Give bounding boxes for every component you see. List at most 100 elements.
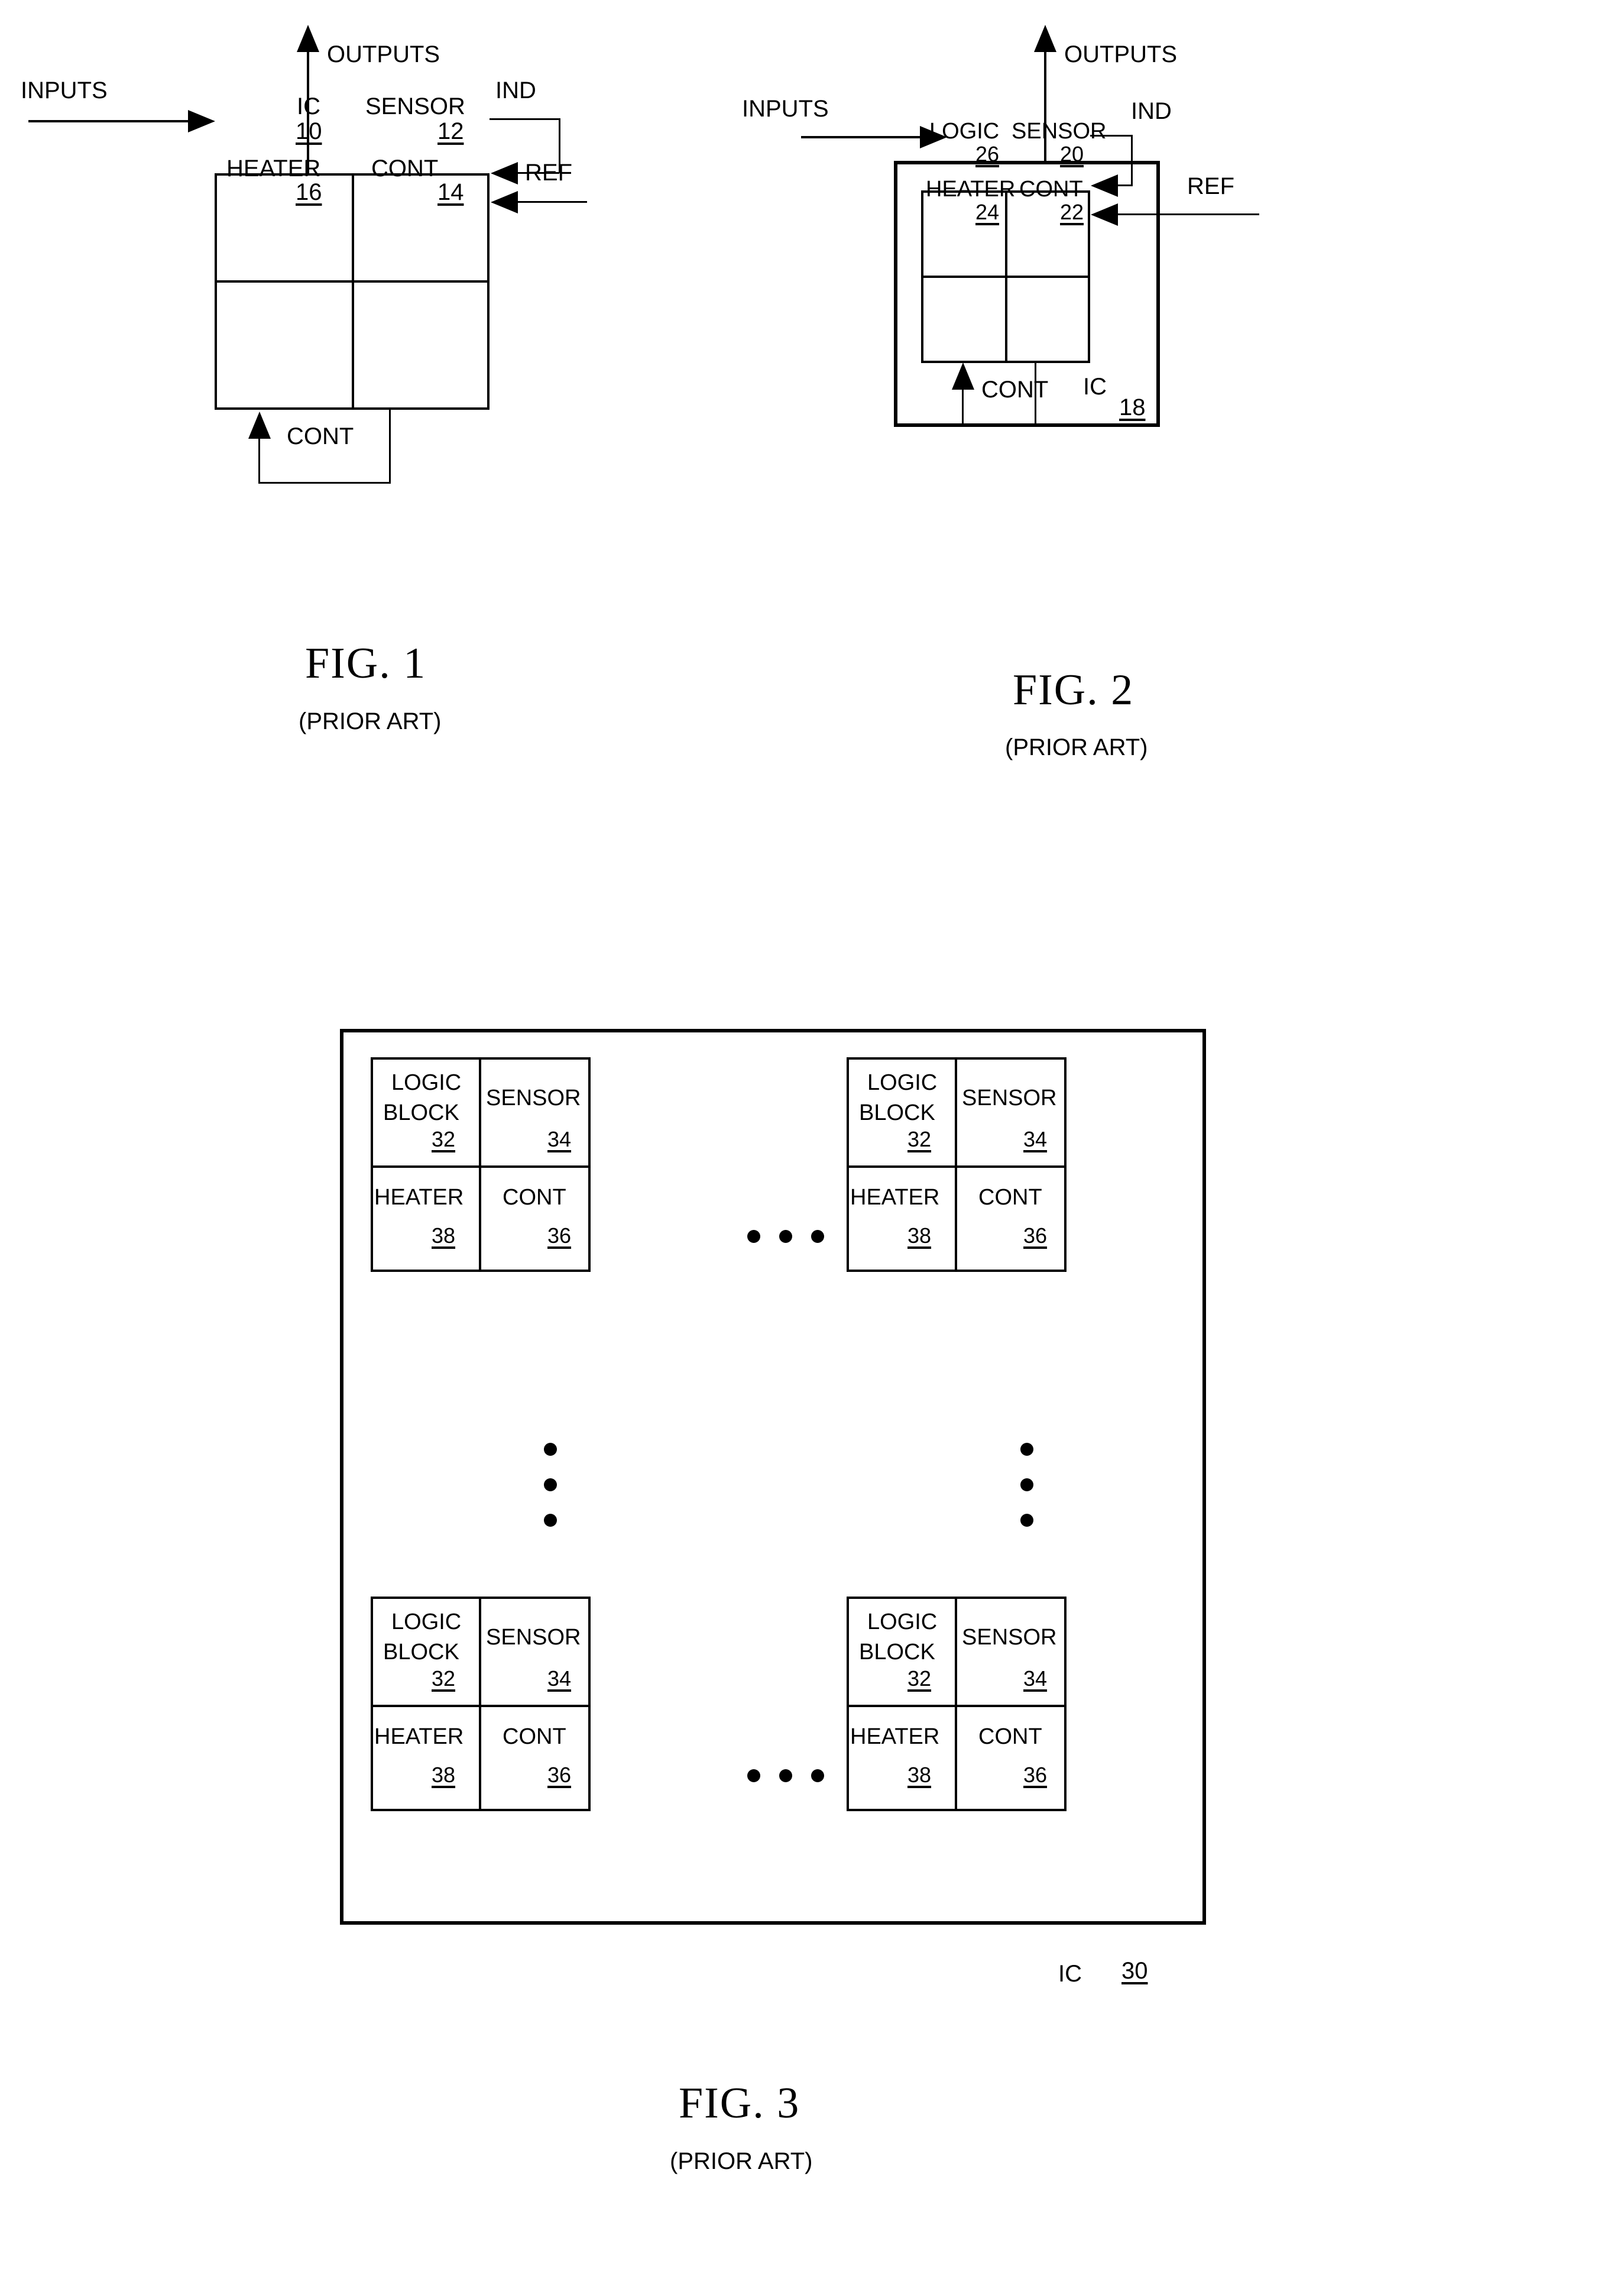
fig1-cell-cont-ref: 14 (437, 179, 464, 205)
fig3-cell-sensor-ref: 34 (1023, 1127, 1048, 1151)
fig1-cell-ic-label: IC (297, 93, 320, 119)
fig2-ref-label: REF (1187, 173, 1234, 199)
fig3-subcaption: (PRIOR ART) (670, 2148, 813, 2174)
fig3-cell-cont-label: CONT (503, 1185, 566, 1210)
fig3-tile-hdivider (371, 1705, 591, 1707)
fig1-inputs-line (28, 120, 189, 122)
fig2-ind-arrowhead (1091, 174, 1118, 197)
fig1-cont-line-up (258, 438, 260, 484)
fig3-tile-hdivider (847, 1165, 1067, 1168)
fig1-subcaption: (PRIOR ART) (299, 708, 442, 734)
ellipsis-dot (779, 1230, 792, 1243)
fig3-cell-logic-ref: 32 (907, 1666, 932, 1691)
fig3-cell-logic-line2: BLOCK (383, 1100, 459, 1125)
fig3-cell-sensor-ref: 34 (1023, 1666, 1048, 1691)
fig1-grid-hdivider (215, 280, 490, 283)
fig2-ind-line-top (1090, 135, 1133, 137)
ellipsis-dot (811, 1769, 824, 1782)
fig2-cell-logic-label: LOGIC (929, 119, 1000, 144)
fig3-cell-cont-ref: 36 (547, 1223, 572, 1248)
fig2-cell-cont-label: CONT (1019, 177, 1083, 202)
ellipsis-dot (779, 1769, 792, 1782)
fig1-ind-arrowhead (491, 162, 518, 184)
fig2-cell-sensor-ref: 20 (1060, 142, 1084, 166)
fig1-caption: FIG. 1 (305, 639, 427, 688)
fig2-cont-feedback-label: CONT (981, 377, 1049, 403)
fig3-cell-heater-ref: 38 (432, 1763, 456, 1787)
fig3-cell-heater-ref: 38 (907, 1763, 932, 1787)
fig3-ic-label: IC (1058, 1961, 1082, 1987)
fig1-cell-heater-label: HEATER (226, 156, 321, 182)
fig1-ref-line (518, 201, 587, 203)
fig1-ind-line-top (490, 118, 560, 120)
fig2-ic-ref: 18 (1119, 394, 1146, 420)
fig1-ref-label: REF (525, 160, 572, 186)
fig2-cell-heater-ref: 24 (975, 200, 1000, 224)
fig2-grid-hdivider (921, 276, 1090, 278)
fig2-cont-line-bottom (962, 425, 1036, 427)
ellipsis-dot (544, 1478, 557, 1491)
ellipsis-dot (811, 1230, 824, 1243)
fig3-cell-logic-ref: 32 (432, 1127, 456, 1151)
fig2-ref-line (1109, 213, 1259, 215)
fig1-cell-sensor-ref: 12 (437, 118, 464, 144)
fig2-cell-logic-ref: 26 (975, 142, 1000, 166)
fig1-inputs-label: INPUTS (21, 77, 108, 103)
fig3-cell-heater-ref: 38 (432, 1223, 456, 1248)
fig3-caption: FIG. 3 (679, 2079, 800, 2128)
ellipsis-dot (1020, 1443, 1033, 1456)
fig2-ref-arrowhead (1091, 203, 1118, 226)
fig3-cell-sensor-label: SENSOR (962, 1086, 1057, 1110)
fig1-cont-feedback-label: CONT (287, 423, 354, 449)
ellipsis-dot (544, 1514, 557, 1527)
fig2-outputs-label: OUTPUTS (1064, 41, 1178, 67)
fig1-grid-vdivider (352, 173, 354, 410)
drawing-sheet: OUTPUTS INPUTS IC 10 SENSOR 12 HEATER 16… (0, 0, 1624, 2286)
fig3-cell-sensor-ref: 34 (547, 1666, 572, 1691)
fig2-subcaption: (PRIOR ART) (1005, 734, 1148, 760)
fig1-cont-line-down (389, 410, 391, 484)
fig1-cont-line-bottom (258, 482, 391, 484)
fig2-inputs-line (801, 136, 921, 138)
fig1-outputs-label: OUTPUTS (327, 41, 440, 67)
fig3-cell-cont-label: CONT (978, 1185, 1042, 1210)
fig2-ind-line-down (1131, 135, 1133, 186)
fig3-cell-logic-line2: BLOCK (383, 1640, 459, 1665)
ellipsis-dot (1020, 1514, 1033, 1527)
ellipsis-dot (544, 1443, 557, 1456)
fig1-inputs-arrowhead (188, 110, 215, 132)
fig3-tile-vdivider (479, 1057, 481, 1272)
fig3-cell-logic-line1: LOGIC (867, 1610, 938, 1634)
fig2-cell-sensor-label: SENSOR (1012, 119, 1107, 144)
fig1-cell-ic-ref: 10 (296, 118, 322, 144)
fig3-ic-ref: 30 (1121, 1958, 1148, 1984)
fig2-outputs-line (1044, 52, 1046, 162)
fig3-tile-hdivider (847, 1705, 1067, 1707)
ellipsis-dot (747, 1230, 760, 1243)
fig3-cell-logic-ref: 32 (907, 1127, 932, 1151)
fig3-cell-logic-ref: 32 (432, 1666, 456, 1691)
fig3-cell-logic-line1: LOGIC (391, 1070, 462, 1095)
fig3-cell-logic-line2: BLOCK (859, 1100, 935, 1125)
fig1-outputs-arrowhead (297, 25, 319, 52)
fig1-cell-heater-ref: 16 (296, 179, 322, 205)
fig3-cell-cont-ref: 36 (1023, 1223, 1048, 1248)
fig3-cell-heater-label: HEATER (374, 1185, 464, 1210)
fig3-cell-heater-label: HEATER (850, 1185, 940, 1210)
fig3-cell-heater-label: HEATER (850, 1724, 940, 1749)
fig2-cont-arrowhead (952, 362, 974, 390)
fig3-cell-logic-line2: BLOCK (859, 1640, 935, 1665)
fig3-cell-cont-label: CONT (503, 1724, 566, 1749)
fig3-cell-sensor-label: SENSOR (962, 1625, 1057, 1650)
fig3-cell-sensor-ref: 34 (547, 1127, 572, 1151)
fig3-cell-heater-label: HEATER (374, 1724, 464, 1749)
fig2-inputs-label: INPUTS (742, 96, 829, 122)
fig2-cell-heater-label: HEATER (926, 177, 1016, 202)
ellipsis-dot (747, 1769, 760, 1782)
fig2-ic-label: IC (1083, 374, 1107, 400)
fig3-tile-hdivider (371, 1165, 591, 1168)
fig2-ind-label: IND (1131, 98, 1172, 124)
fig2-outputs-arrowhead (1034, 25, 1056, 52)
fig3-cell-sensor-label: SENSOR (486, 1086, 581, 1110)
ellipsis-dot (1020, 1478, 1033, 1491)
